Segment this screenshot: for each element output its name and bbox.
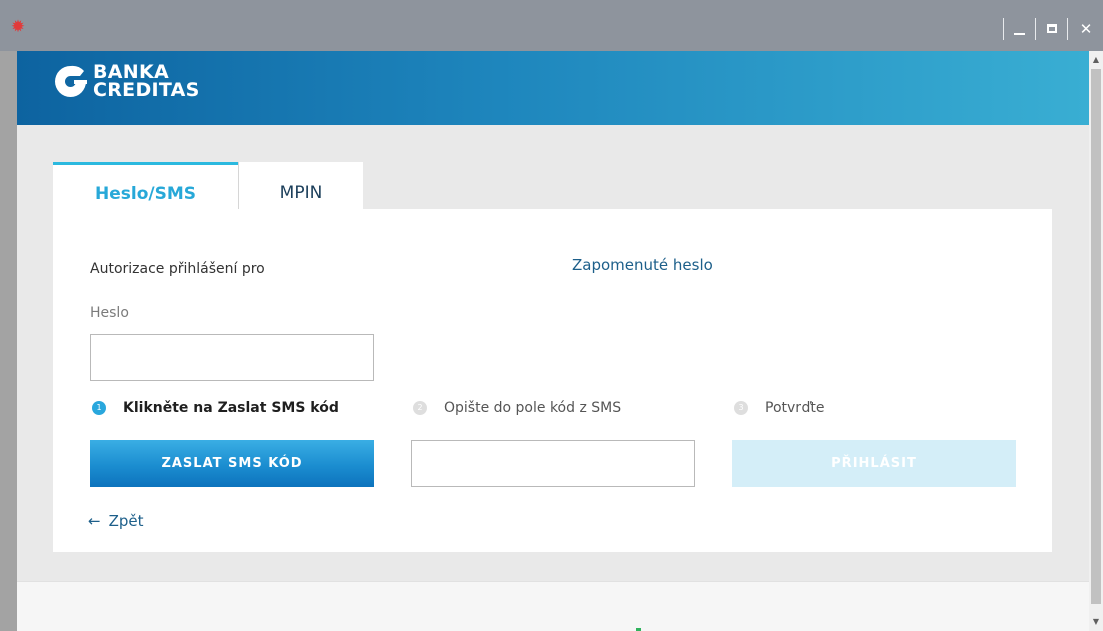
window-title-bar[interactable]: ✹ ✕ (0, 0, 1103, 51)
step-2-text: Opište do pole kód z SMS (444, 400, 622, 416)
maximize-button[interactable] (1035, 18, 1067, 40)
forgot-password-link[interactable]: Zapomenuté heslo (572, 256, 713, 274)
tab-heslo-sms[interactable]: Heslo/SMS (53, 162, 238, 210)
step-1-text: Klikněte na Zaslat SMS kód (123, 400, 339, 416)
vertical-scrollbar[interactable]: ▲ ▼ (1089, 51, 1103, 631)
scrollbar-thumb[interactable] (1091, 69, 1101, 604)
step-3: 3 Potvrďte (734, 400, 825, 416)
authorization-label: Autorizace přihlášení pro (90, 261, 265, 277)
password-label: Heslo (90, 305, 129, 321)
scroll-down-arrow-icon[interactable]: ▼ (1089, 613, 1103, 631)
login-button[interactable]: PŘIHLÁSIT (732, 440, 1016, 487)
password-input[interactable] (90, 334, 374, 381)
sun-icon: ✹ (10, 17, 26, 37)
step-2-number-icon: 2 (413, 401, 427, 415)
step-3-number-icon: 3 (734, 401, 748, 415)
step-3-text: Potvrďte (765, 400, 825, 416)
sms-code-input[interactable] (411, 440, 695, 487)
logo-mark-icon (55, 65, 87, 97)
window-controls: ✕ (1003, 18, 1103, 40)
minimize-icon (1014, 33, 1025, 35)
bank-logo: BANKA CREDITAS (54, 63, 200, 101)
footer-strip (17, 581, 1089, 631)
close-icon: ✕ (1079, 20, 1093, 38)
main-content: Heslo/SMS MPIN Autorizace přihlášení pro… (17, 125, 1089, 631)
tab-mpin-label: MPIN (279, 183, 323, 203)
minimize-button[interactable] (1003, 18, 1035, 40)
step-2: 2 Opište do pole kód z SMS (413, 400, 621, 416)
logo-line-2: CREDITAS (93, 79, 200, 101)
header-banner: BANKA CREDITAS (17, 51, 1089, 125)
scroll-up-arrow-icon[interactable]: ▲ (1089, 51, 1103, 69)
step-1: 1 Klikněte na Zaslat SMS kód (92, 400, 339, 416)
maximize-icon (1047, 24, 1057, 33)
window-left-border (0, 51, 17, 631)
close-button[interactable]: ✕ (1067, 18, 1103, 40)
tab-heslo-sms-label: Heslo/SMS (95, 184, 196, 204)
tab-mpin[interactable]: MPIN (238, 162, 363, 210)
back-link-label: Zpět (108, 512, 144, 530)
send-sms-code-button[interactable]: ZASLAT SMS KÓD (90, 440, 374, 487)
login-form-card: Autorizace přihlášení pro Zapomenuté hes… (53, 209, 1052, 552)
step-1-number-icon: 1 (92, 401, 106, 415)
banking-login-window: ✹ ✕ BANKA CREDITAS ▲ ▼ Heslo/SMS MPIN Au… (0, 0, 1103, 631)
back-arrow-icon: ← (88, 512, 101, 530)
logo-wordmark: BANKA CREDITAS (93, 63, 200, 101)
back-link[interactable]: ← Zpět (88, 512, 144, 530)
